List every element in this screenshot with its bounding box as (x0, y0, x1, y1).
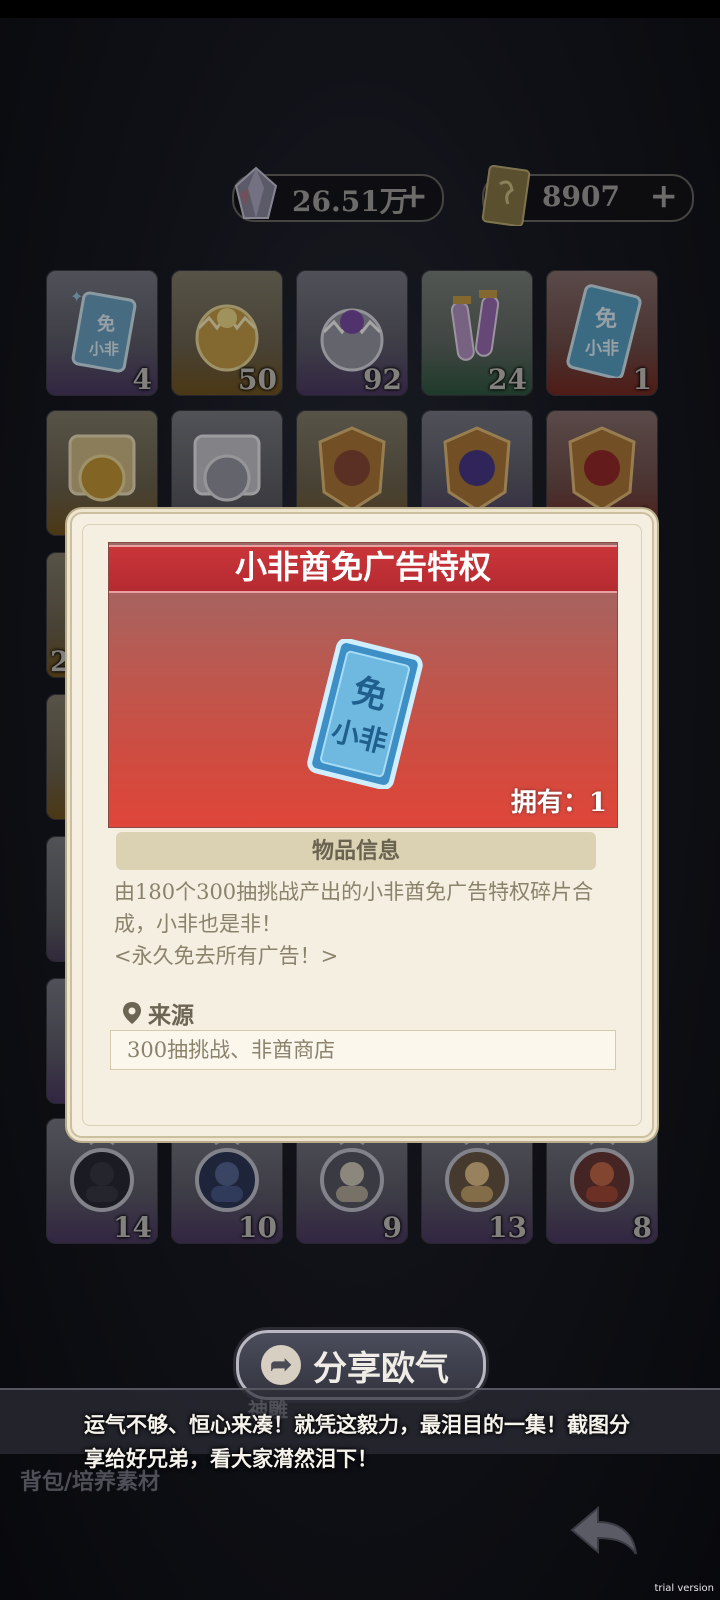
back-arrow-icon[interactable] (568, 1502, 640, 1558)
owned-count: 拥有：1 (510, 788, 607, 818)
share-label: 分享欧气 (313, 1348, 449, 1389)
item-detail-modal: 小非酋免广告特权 免 小非 拥有：1 物品信息 由180个300抽挑战产出的小非… (70, 512, 654, 1138)
item-title: 小非酋免广告特权 (234, 548, 491, 586)
source-label: 来源 (122, 996, 194, 1030)
location-pin-icon (123, 1002, 141, 1024)
share-arrow-icon: ➦ (261, 1345, 301, 1385)
share-caption: 运气不够、恒心来凑！就凭这毅力，最泪目的一集！截图分享给好兄弟，看大家潸然泪下！ (84, 1412, 630, 1471)
game-screen: 26.51万 + 8907 + 免 小非 ✦ 4 50 92 24 免 小非 1… (0, 0, 720, 1600)
watermark: trial version (654, 1583, 714, 1594)
info-header: 物品信息 (116, 832, 596, 870)
source-value: 300抽挑战、非酋商店 (110, 1030, 616, 1070)
item-description: 由180个300抽挑战产出的小非酋免广告特权碎片合成，小非也是非！ <永久免去所… (114, 876, 614, 972)
description-note: <永久免去所有广告！> (114, 944, 339, 968)
breadcrumb: 背包/培养素材 (20, 1469, 161, 1495)
free-ad-ticket-icon: 免 小非 (307, 639, 423, 789)
item-banner: 小非酋免广告特权 免 小非 拥有：1 (108, 542, 618, 828)
status-bar (0, 0, 720, 18)
source-label-text: 来源 (148, 1002, 194, 1029)
description-text: 由180个300抽挑战产出的小非酋免广告特权碎片合成，小非也是非！ (114, 880, 594, 936)
